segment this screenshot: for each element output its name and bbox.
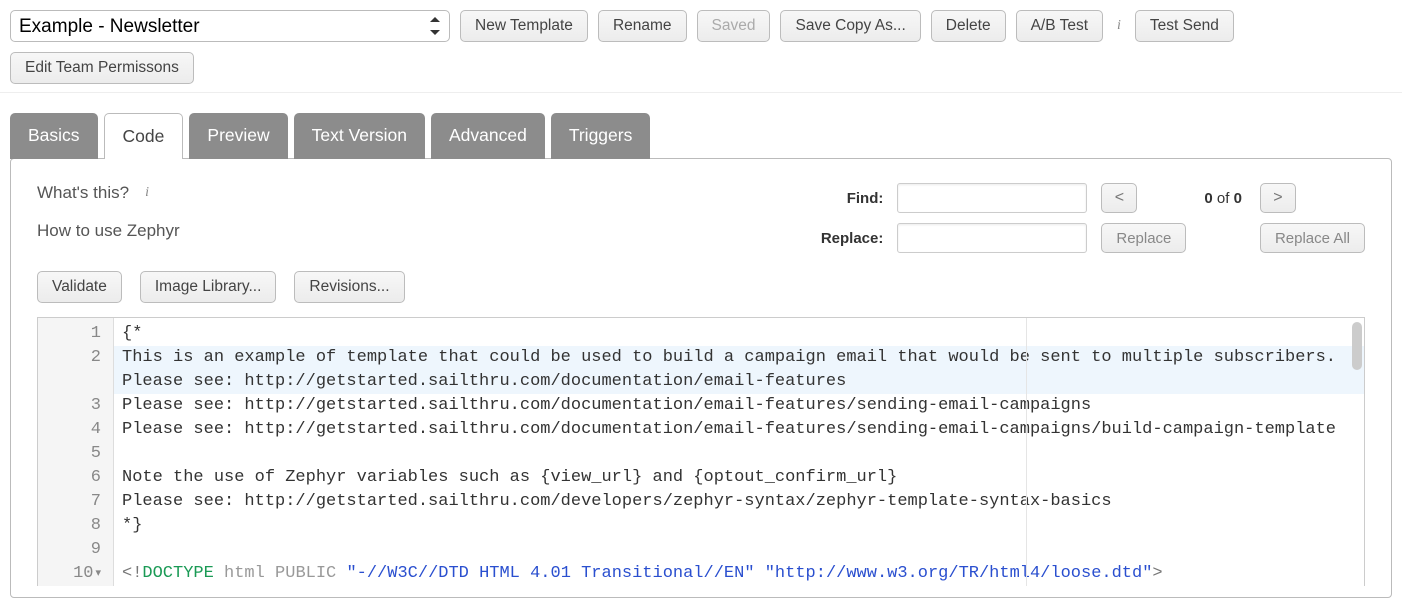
code-editor[interactable]: 12 345678910 {*This is an example of tem… xyxy=(37,317,1365,586)
gutter-line-number: 3 xyxy=(38,394,101,418)
code-line[interactable]: Please see: http://getstarted.sailthru.c… xyxy=(122,490,1356,514)
replace-all-button[interactable]: Replace All xyxy=(1260,223,1365,253)
toolbar-region: Example - Newsletter New Template Rename… xyxy=(0,0,1402,93)
gutter-line-number: 5 xyxy=(38,442,101,466)
find-prev-button[interactable]: < xyxy=(1101,183,1137,213)
replace-label: Replace: xyxy=(821,230,884,247)
find-label: Find: xyxy=(821,190,884,207)
code-line[interactable]: *} xyxy=(122,514,1356,538)
code-panel: What's this? i How to use Zephyr Find: <… xyxy=(10,158,1392,598)
find-replace-panel: Find: < 0 of 0 > Replace: Replace Replac… xyxy=(821,183,1365,253)
image-library-button[interactable]: Image Library... xyxy=(140,271,277,303)
ab-test-info-icon[interactable]: i xyxy=(1113,18,1125,34)
gutter-line-number: 9 xyxy=(38,538,101,562)
tabs-bar: Basics Code Preview Text Version Advance… xyxy=(0,93,1402,159)
tab-text-version[interactable]: Text Version xyxy=(294,113,425,159)
whats-this-link[interactable]: What's this? xyxy=(37,183,129,203)
tab-triggers[interactable]: Triggers xyxy=(551,113,651,159)
code-line[interactable]: Note the use of Zephyr variables such as… xyxy=(122,466,1356,490)
gutter-line-number: 10 xyxy=(38,562,101,586)
editor-ruler xyxy=(1026,318,1027,586)
template-select[interactable]: Example - Newsletter xyxy=(10,10,450,42)
replace-button[interactable]: Replace xyxy=(1101,223,1186,253)
test-send-button[interactable]: Test Send xyxy=(1135,10,1234,42)
find-input[interactable] xyxy=(897,183,1087,213)
find-count: 0 of 0 xyxy=(1200,190,1246,207)
gutter-line-number: 2 xyxy=(38,346,101,370)
code-line[interactable] xyxy=(122,442,1356,466)
code-line[interactable]: This is an example of template that coul… xyxy=(114,346,1364,394)
save-copy-as-button[interactable]: Save Copy As... xyxy=(780,10,920,42)
tab-preview[interactable]: Preview xyxy=(189,113,287,159)
tab-basics[interactable]: Basics xyxy=(10,113,98,159)
tab-code[interactable]: Code xyxy=(104,113,184,159)
editor-content[interactable]: {*This is an example of template that co… xyxy=(114,318,1364,586)
whats-this-info-icon[interactable]: i xyxy=(141,185,153,201)
ab-test-button[interactable]: A/B Test xyxy=(1016,10,1103,42)
code-line[interactable]: Please see: http://getstarted.sailthru.c… xyxy=(122,394,1356,418)
code-line[interactable]: Please see: http://getstarted.sailthru.c… xyxy=(122,418,1356,442)
gutter-line-number: 4 xyxy=(38,418,101,442)
validate-button[interactable]: Validate xyxy=(37,271,122,303)
edit-team-permissions-button[interactable]: Edit Team Permissons xyxy=(10,52,194,84)
code-line[interactable]: {* xyxy=(122,322,1356,346)
editor-scrollbar[interactable] xyxy=(1352,322,1362,370)
gutter-line-number: 8 xyxy=(38,514,101,538)
revisions-button[interactable]: Revisions... xyxy=(294,271,404,303)
saved-button: Saved xyxy=(697,10,771,42)
tab-advanced[interactable]: Advanced xyxy=(431,113,545,159)
editor-gutter: 12 345678910 xyxy=(38,318,114,586)
gutter-line-number: 1 xyxy=(38,322,101,346)
gutter-line-number: 7 xyxy=(38,490,101,514)
rename-button[interactable]: Rename xyxy=(598,10,687,42)
code-line[interactable] xyxy=(122,538,1356,562)
how-to-use-zephyr-link[interactable]: How to use Zephyr xyxy=(37,221,180,241)
new-template-button[interactable]: New Template xyxy=(460,10,588,42)
replace-input[interactable] xyxy=(897,223,1087,253)
code-line[interactable]: <!DOCTYPE html PUBLIC "-//W3C//DTD HTML … xyxy=(122,562,1356,586)
find-next-button[interactable]: > xyxy=(1260,183,1296,213)
delete-button[interactable]: Delete xyxy=(931,10,1006,42)
gutter-line-number: 6 xyxy=(38,466,101,490)
